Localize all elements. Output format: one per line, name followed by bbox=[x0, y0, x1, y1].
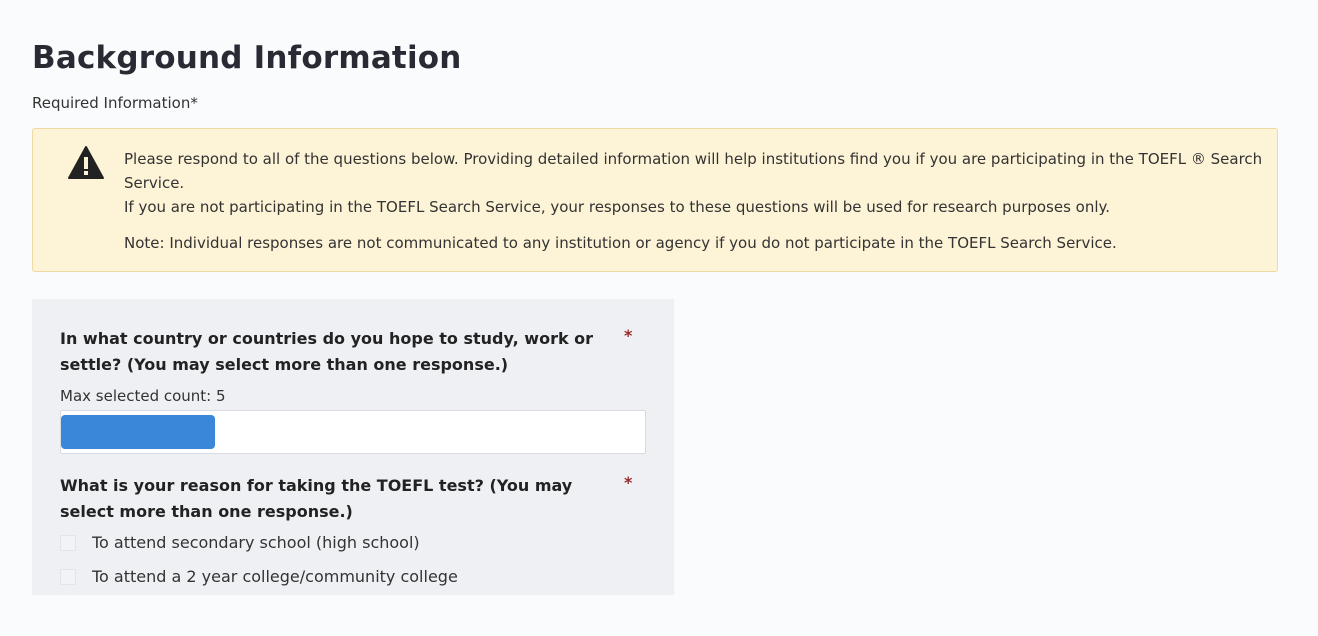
option-label: To attend secondary school (high school) bbox=[92, 533, 420, 552]
option-label: To attend a 2 year college/community col… bbox=[92, 567, 458, 586]
selected-country-chip[interactable] bbox=[61, 415, 215, 449]
required-marker: * bbox=[624, 326, 633, 345]
max-selected-count: Max selected count: 5 bbox=[60, 387, 226, 405]
page-title: Background Information bbox=[32, 40, 462, 76]
question-reason: What is your reason for taking the TOEFL… bbox=[60, 476, 573, 521]
countries-multiselect[interactable] bbox=[60, 410, 646, 454]
checkbox[interactable] bbox=[60, 534, 76, 551]
required-marker: * bbox=[624, 473, 633, 492]
background-information-page: Background Information Required Informat… bbox=[0, 0, 1318, 636]
required-star: * bbox=[190, 94, 198, 112]
info-alert: Please respond to all of the questions b… bbox=[32, 128, 1278, 272]
alert-note: Note: Individual responses are not commu… bbox=[124, 234, 1117, 252]
reason-option-secondary-school[interactable]: To attend secondary school (high school) bbox=[60, 533, 420, 552]
alert-line-1: Please respond to all of the questions b… bbox=[124, 150, 1263, 192]
questions-panel: In what country or countries do you hope… bbox=[32, 299, 674, 595]
required-info-label: Required Information* bbox=[32, 94, 198, 112]
question-countries: In what country or countries do you hope… bbox=[60, 329, 594, 374]
reason-option-community-college[interactable]: To attend a 2 year college/community col… bbox=[60, 567, 458, 586]
warning-icon bbox=[68, 146, 104, 179]
alert-line-2: If you are not participating in the TOEF… bbox=[124, 198, 1111, 216]
checkbox[interactable] bbox=[60, 568, 76, 585]
